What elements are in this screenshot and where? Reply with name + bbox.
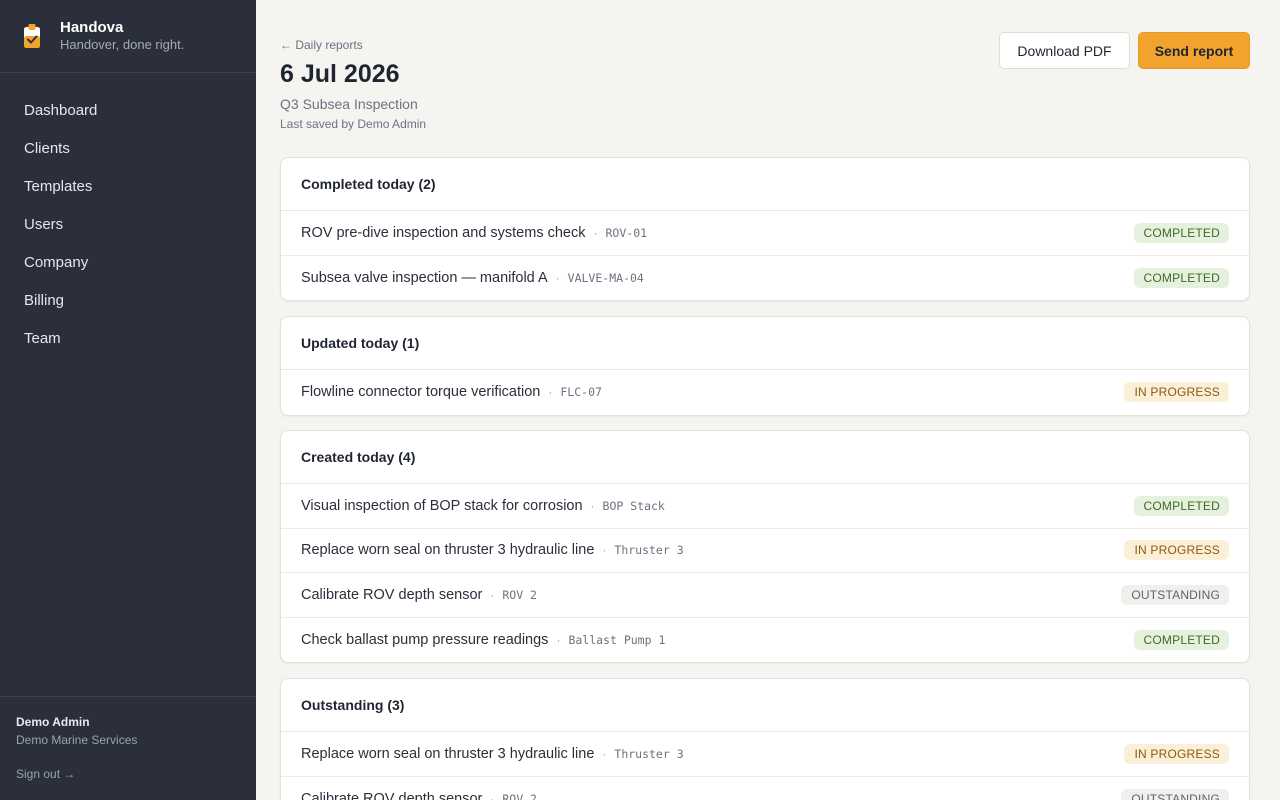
section-created-today: Created today (4) Visual inspection of B…	[280, 430, 1250, 663]
separator: ·	[556, 632, 561, 647]
nav-item-dashboard[interactable]: Dashboard	[0, 92, 256, 130]
task-row[interactable]: Calibrate ROV depth sensor · ROV 2 OUTST…	[281, 573, 1249, 618]
nav-item-users[interactable]: Users	[0, 206, 256, 244]
asset-tag: ROV 2	[502, 587, 537, 602]
task-row[interactable]: Subsea valve inspection — manifold A · V…	[281, 256, 1249, 301]
task-title: Subsea valve inspection — manifold A	[301, 269, 548, 286]
section-heading: Created today (4)	[281, 431, 1249, 484]
nav-item-clients[interactable]: Clients	[0, 130, 256, 168]
task-row[interactable]: Check ballast pump pressure readings · B…	[281, 618, 1249, 663]
status-badge: IN PROGRESS	[1124, 743, 1229, 764]
separator: ·	[602, 543, 607, 558]
task-row[interactable]: ROV pre-dive inspection and systems chec…	[281, 211, 1249, 256]
task-title: Flowline connector torque verification	[301, 384, 541, 401]
separator: ·	[490, 791, 495, 800]
separator: ·	[490, 587, 495, 602]
task-row[interactable]: Replace worn seal on thruster 3 hydrauli…	[281, 529, 1249, 573]
separator: ·	[590, 498, 595, 513]
task-row[interactable]: Replace worn seal on thruster 3 hydrauli…	[281, 732, 1249, 777]
main-nav: Dashboard Clients Templates Users Compan…	[0, 73, 256, 358]
account-panel: Demo Admin Demo Marine Services Sign out…	[0, 696, 256, 800]
nav-item-company[interactable]: Company	[0, 244, 256, 282]
page-title: 6 Jul 2026	[280, 60, 400, 88]
task-row[interactable]: Calibrate ROV depth sensor · ROV 2 OUTST…	[281, 777, 1249, 800]
section-updated-today: Updated today (1) Flowline connector tor…	[280, 316, 1250, 416]
task-row[interactable]: Flowline connector torque verification ·…	[281, 370, 1249, 415]
status-badge: OUTSTANDING	[1121, 788, 1229, 800]
status-badge: OUTSTANDING	[1121, 584, 1229, 605]
nav-item-billing[interactable]: Billing	[0, 282, 256, 320]
asset-tag: Thruster 3	[614, 746, 684, 761]
last-saved-text: Last saved by Demo Admin	[280, 117, 427, 131]
asset-tag: ROV 2	[502, 791, 537, 800]
main-content: ← Daily reports 6 Jul 2026 Q3 Subsea Ins…	[256, 0, 1280, 800]
task-title: Replace worn seal on thruster 3 hydrauli…	[301, 745, 595, 762]
user-company: Demo Marine Services	[16, 733, 138, 747]
status-badge: COMPLETED	[1133, 222, 1229, 243]
status-badge: COMPLETED	[1133, 495, 1229, 516]
asset-tag: Thruster 3	[614, 543, 684, 558]
asset-tag: Ballast Pump 1	[568, 632, 666, 647]
section-heading: Completed today (2)	[281, 158, 1249, 211]
status-badge: COMPLETED	[1133, 267, 1229, 288]
project-name: Q3 Subsea Inspection	[280, 96, 418, 112]
status-badge: COMPLETED	[1133, 629, 1229, 650]
status-badge: IN PROGRESS	[1124, 540, 1229, 561]
brand-name: Handova	[60, 19, 124, 36]
status-badge: IN PROGRESS	[1124, 382, 1229, 403]
clipboard-check-icon	[22, 23, 42, 49]
brand[interactable]: Handova Handover, done right.	[0, 0, 256, 73]
sidebar: Handova Handover, done right. Dashboard …	[0, 0, 256, 800]
asset-tag: VALVE-MA-04	[567, 270, 644, 285]
send-report-button[interactable]: Send report	[1138, 32, 1250, 69]
task-title: ROV pre-dive inspection and systems chec…	[301, 224, 586, 241]
separator: ·	[548, 385, 553, 400]
task-title: Calibrate ROV depth sensor	[301, 586, 483, 603]
asset-tag: BOP Stack	[602, 498, 665, 513]
separator: ·	[602, 746, 607, 761]
task-title: Check ballast pump pressure readings	[301, 631, 549, 648]
download-pdf-button[interactable]: Download PDF	[999, 32, 1130, 69]
sign-out-link[interactable]: Sign out →	[16, 767, 75, 781]
user-name: Demo Admin	[16, 715, 90, 729]
asset-tag: FLC-07	[560, 385, 602, 400]
nav-item-team[interactable]: Team	[0, 320, 256, 358]
task-row[interactable]: Visual inspection of BOP stack for corro…	[281, 484, 1249, 529]
task-title: Calibrate ROV depth sensor	[301, 790, 483, 800]
asset-tag: ROV-01	[605, 225, 648, 240]
section-heading: Updated today (1)	[281, 317, 1249, 370]
task-title: Visual inspection of BOP stack for corro…	[301, 497, 583, 514]
brand-tagline: Handover, done right.	[60, 37, 185, 52]
back-to-daily-reports-link[interactable]: ← Daily reports	[280, 38, 363, 52]
nav-item-templates[interactable]: Templates	[0, 168, 256, 206]
section-heading: Outstanding (3)	[281, 679, 1249, 732]
section-outstanding: Outstanding (3) Replace worn seal on thr…	[280, 678, 1250, 800]
section-completed-today: Completed today (2) ROV pre-dive inspect…	[280, 157, 1250, 301]
task-title: Replace worn seal on thruster 3 hydrauli…	[301, 542, 595, 559]
separator: ·	[555, 270, 560, 285]
separator: ·	[593, 225, 598, 240]
